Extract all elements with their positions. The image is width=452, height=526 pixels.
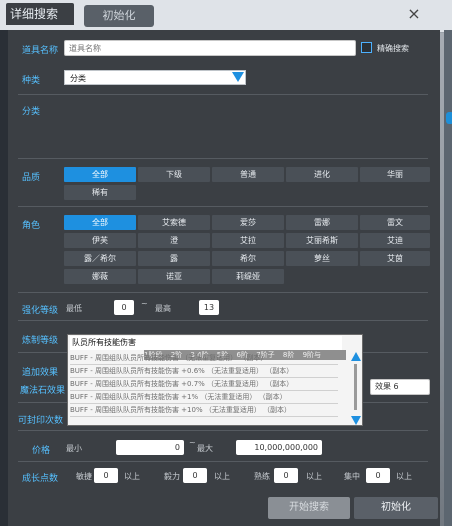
grade-option-low[interactable]: 下级 [138, 167, 210, 182]
growth-field-suffix: 以上 [214, 472, 230, 481]
grade-option-splendid[interactable]: 华丽 [360, 167, 430, 182]
growth-field-suffix: 以上 [396, 472, 412, 481]
effect-option[interactable]: BUFF - 周围组队队员所有技能伤害 +0.7% （无法重复适用） （副本） [70, 378, 338, 391]
grade-option-evolved[interactable]: 进化 [286, 167, 358, 182]
growth-field-name: 集中 [344, 472, 360, 481]
enhance-min-label: 最低 [66, 304, 82, 313]
popup-scroll-thumb[interactable] [354, 364, 357, 410]
effect-option[interactable]: BUFF - 周围组队队员所有技能伤害 （无法重复适用） （副本） [70, 352, 338, 365]
character-option[interactable]: 露／希尔 [64, 251, 136, 266]
growth-field-name: 熟练 [254, 472, 270, 481]
background-side-handle [446, 112, 452, 124]
extra-effect-label: 追加效果 [22, 368, 59, 378]
enhance-min-input[interactable]: 0 [114, 300, 134, 315]
category-label: 种类 [22, 76, 41, 86]
background-left-strip [0, 30, 8, 526]
character-option[interactable]: 澄 [138, 233, 210, 248]
effect-dropdown-header[interactable]: 队员所有技能伤害 [70, 336, 342, 350]
background-right-strip [444, 30, 452, 526]
character-option[interactable]: 艾拉 [212, 233, 284, 248]
item-name-label: 道具名称 [22, 46, 59, 56]
growth-field-input[interactable]: 0 [366, 468, 390, 483]
effect-option[interactable]: BUFF - 周围组队队员所有技能伤害 +1% （无法重复适用） （副本） [70, 391, 338, 404]
grade-option-rare[interactable]: 稀有 [64, 185, 136, 200]
divider [18, 461, 428, 462]
character-option[interactable]: 露 [138, 251, 210, 266]
growth-field-input[interactable]: 0 [183, 468, 207, 483]
growth-field-suffix: 以上 [124, 472, 140, 481]
divider [18, 430, 428, 431]
seal-count-label: 可封印次数 [18, 416, 64, 426]
character-option[interactable]: 艾索德 [138, 215, 210, 230]
subcategory-label: 分类 [22, 107, 41, 117]
header-reset-tab[interactable]: 初始化 [84, 5, 154, 27]
grade-label: 品质 [22, 173, 41, 183]
close-icon[interactable]: × [404, 4, 424, 24]
character-option[interactable]: 艾丽希斯 [286, 233, 358, 248]
reset-button[interactable]: 初始化 [354, 497, 438, 519]
refine-level-label: 炼制等级 [22, 336, 59, 346]
character-option[interactable]: 艾迪 [360, 233, 430, 248]
effect-option[interactable]: BUFF - 周围组队队员所有技能伤害 +10% （无法重复适用） （副本） [70, 404, 338, 417]
exact-search-label: 精确搜索 [377, 44, 409, 53]
divider [18, 292, 428, 293]
character-option[interactable]: 艾茵 [360, 251, 430, 266]
scroll-down-icon[interactable] [351, 416, 361, 425]
divider [18, 206, 428, 207]
effect-option[interactable]: BUFF - 周围组队队员所有技能伤害 +0.6% （无法重复适用） （副本） [70, 365, 338, 378]
magic-stone-label: 魔法石效果 [20, 386, 66, 396]
price-label: 价格 [32, 446, 51, 456]
character-option[interactable]: 雷娜 [286, 215, 358, 230]
character-option[interactable]: 莉缇娅 [212, 269, 284, 284]
character-option[interactable]: 伊芙 [64, 233, 136, 248]
magic-stone-effect-input[interactable]: 效果 6 [370, 379, 430, 395]
character-option[interactable]: 爱莎 [212, 215, 284, 230]
growth-points-label: 成长点数 [22, 474, 59, 484]
enhance-max-input[interactable]: 13 [199, 300, 219, 315]
character-option[interactable]: 雷文 [360, 215, 430, 230]
exact-search-checkbox[interactable] [361, 42, 372, 53]
price-max-label: 最大 [197, 444, 213, 453]
character-option[interactable]: 萝丝 [286, 251, 358, 266]
divider [18, 94, 428, 95]
dialog-title: 详细搜索 [6, 3, 74, 25]
start-search-button[interactable]: 开始搜索 [268, 497, 350, 519]
growth-field-suffix: 以上 [306, 472, 322, 481]
price-max-input[interactable]: 10,000,000,000 [236, 440, 322, 455]
growth-field-input[interactable]: 0 [94, 468, 118, 483]
category-select[interactable]: 分类 [64, 70, 246, 85]
price-min-label: 最小 [66, 444, 82, 453]
character-label: 角色 [22, 221, 41, 231]
character-option[interactable]: 希尔 [212, 251, 284, 266]
growth-field-name: 敏捷 [76, 472, 92, 481]
divider [18, 158, 428, 159]
enhance-max-label: 最高 [155, 304, 171, 313]
chevron-down-icon[interactable] [232, 72, 244, 82]
grade-option-all[interactable]: 全部 [64, 167, 136, 182]
enhance-level-label: 强化等级 [22, 306, 59, 316]
price-min-input[interactable]: 0 [116, 440, 184, 455]
growth-field-input[interactable]: 0 [274, 468, 298, 483]
character-option[interactable]: 诺亚 [138, 269, 210, 284]
item-name-input[interactable] [64, 40, 356, 56]
grade-option-normal[interactable]: 普通 [212, 167, 284, 182]
price-tilde: ~ [189, 438, 196, 447]
character-option[interactable]: 娜薇 [64, 269, 136, 284]
divider [18, 320, 428, 321]
growth-field-name: 毅力 [164, 472, 180, 481]
character-option-all[interactable]: 全部 [64, 215, 136, 230]
enhance-tilde: ~ [141, 299, 148, 308]
scroll-up-icon[interactable] [351, 352, 361, 361]
